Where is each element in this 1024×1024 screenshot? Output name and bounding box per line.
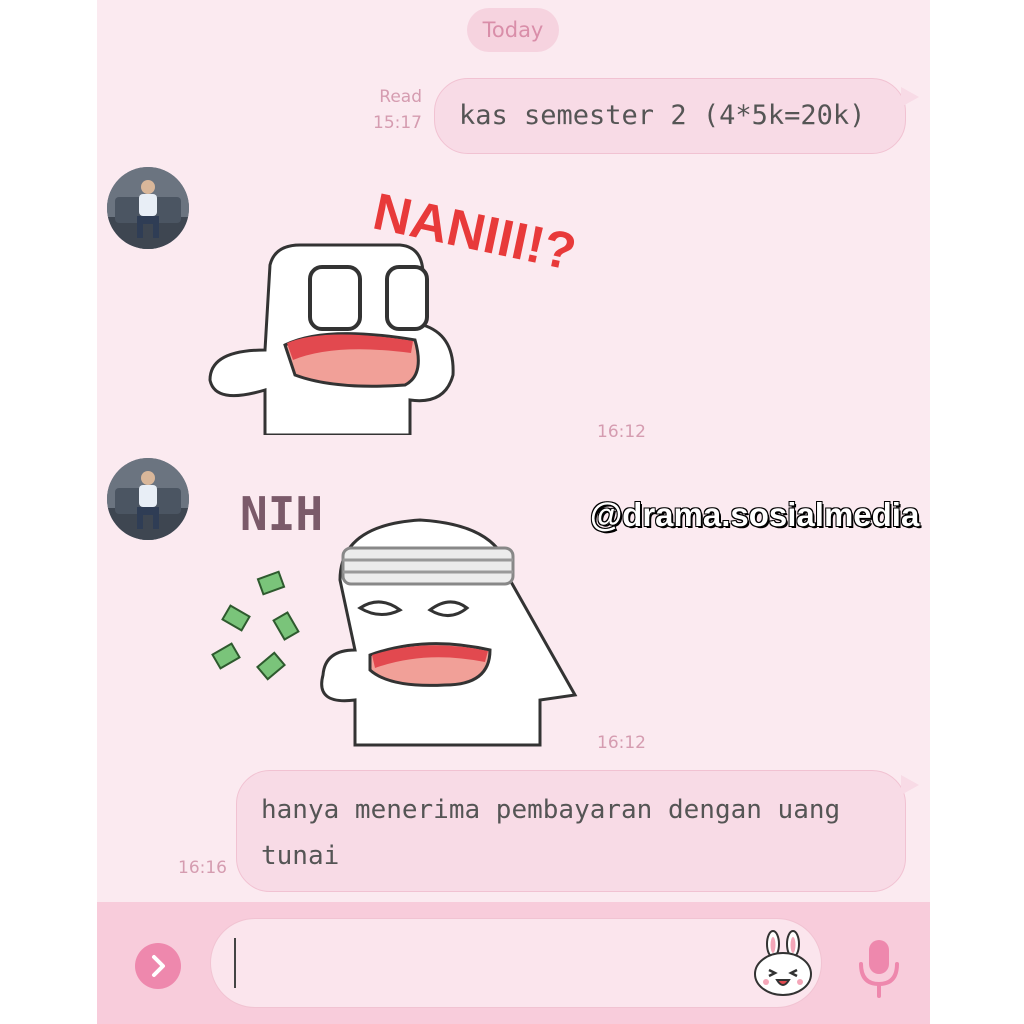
bubble-tail bbox=[901, 87, 919, 107]
sticker-naniii[interactable]: NANIII!? bbox=[205, 175, 595, 437]
message-time: 16:12 bbox=[597, 422, 646, 442]
text-caret bbox=[234, 938, 236, 988]
bubble-tail bbox=[901, 775, 919, 795]
read-status: Read bbox=[379, 87, 422, 107]
message-text: kas semester 2 (4*5k=20k) bbox=[459, 100, 866, 131]
watermark: @drama.sosialmedia bbox=[589, 495, 920, 534]
message-input[interactable] bbox=[210, 918, 822, 1008]
voice-button[interactable] bbox=[855, 938, 903, 998]
message-bubble-sent[interactable]: hanya menerima pembayaran dengan uang tu… bbox=[236, 770, 919, 892]
message-time: 15:17 bbox=[373, 113, 422, 133]
message-time: 16:12 bbox=[597, 733, 646, 753]
sticker-bunny-icon bbox=[754, 930, 812, 996]
message-time: 16:16 bbox=[178, 858, 227, 878]
microphone-icon bbox=[859, 940, 899, 998]
avatar[interactable] bbox=[107, 167, 189, 249]
chevron-right-icon bbox=[152, 955, 165, 977]
sticker-text: NIH bbox=[240, 487, 323, 541]
message-text: hanya menerima pembayaran dengan uang tu… bbox=[261, 795, 841, 871]
message-bubble-sent[interactable]: kas semester 2 (4*5k=20k) bbox=[434, 78, 919, 154]
sticker-nih[interactable]: NIH bbox=[205, 470, 595, 750]
sticker-button[interactable] bbox=[752, 930, 814, 996]
expand-button[interactable] bbox=[135, 943, 181, 989]
read-receipt: Read 15:17 bbox=[360, 84, 422, 136]
avatar[interactable] bbox=[107, 458, 189, 540]
date-separator: Today bbox=[467, 8, 559, 52]
